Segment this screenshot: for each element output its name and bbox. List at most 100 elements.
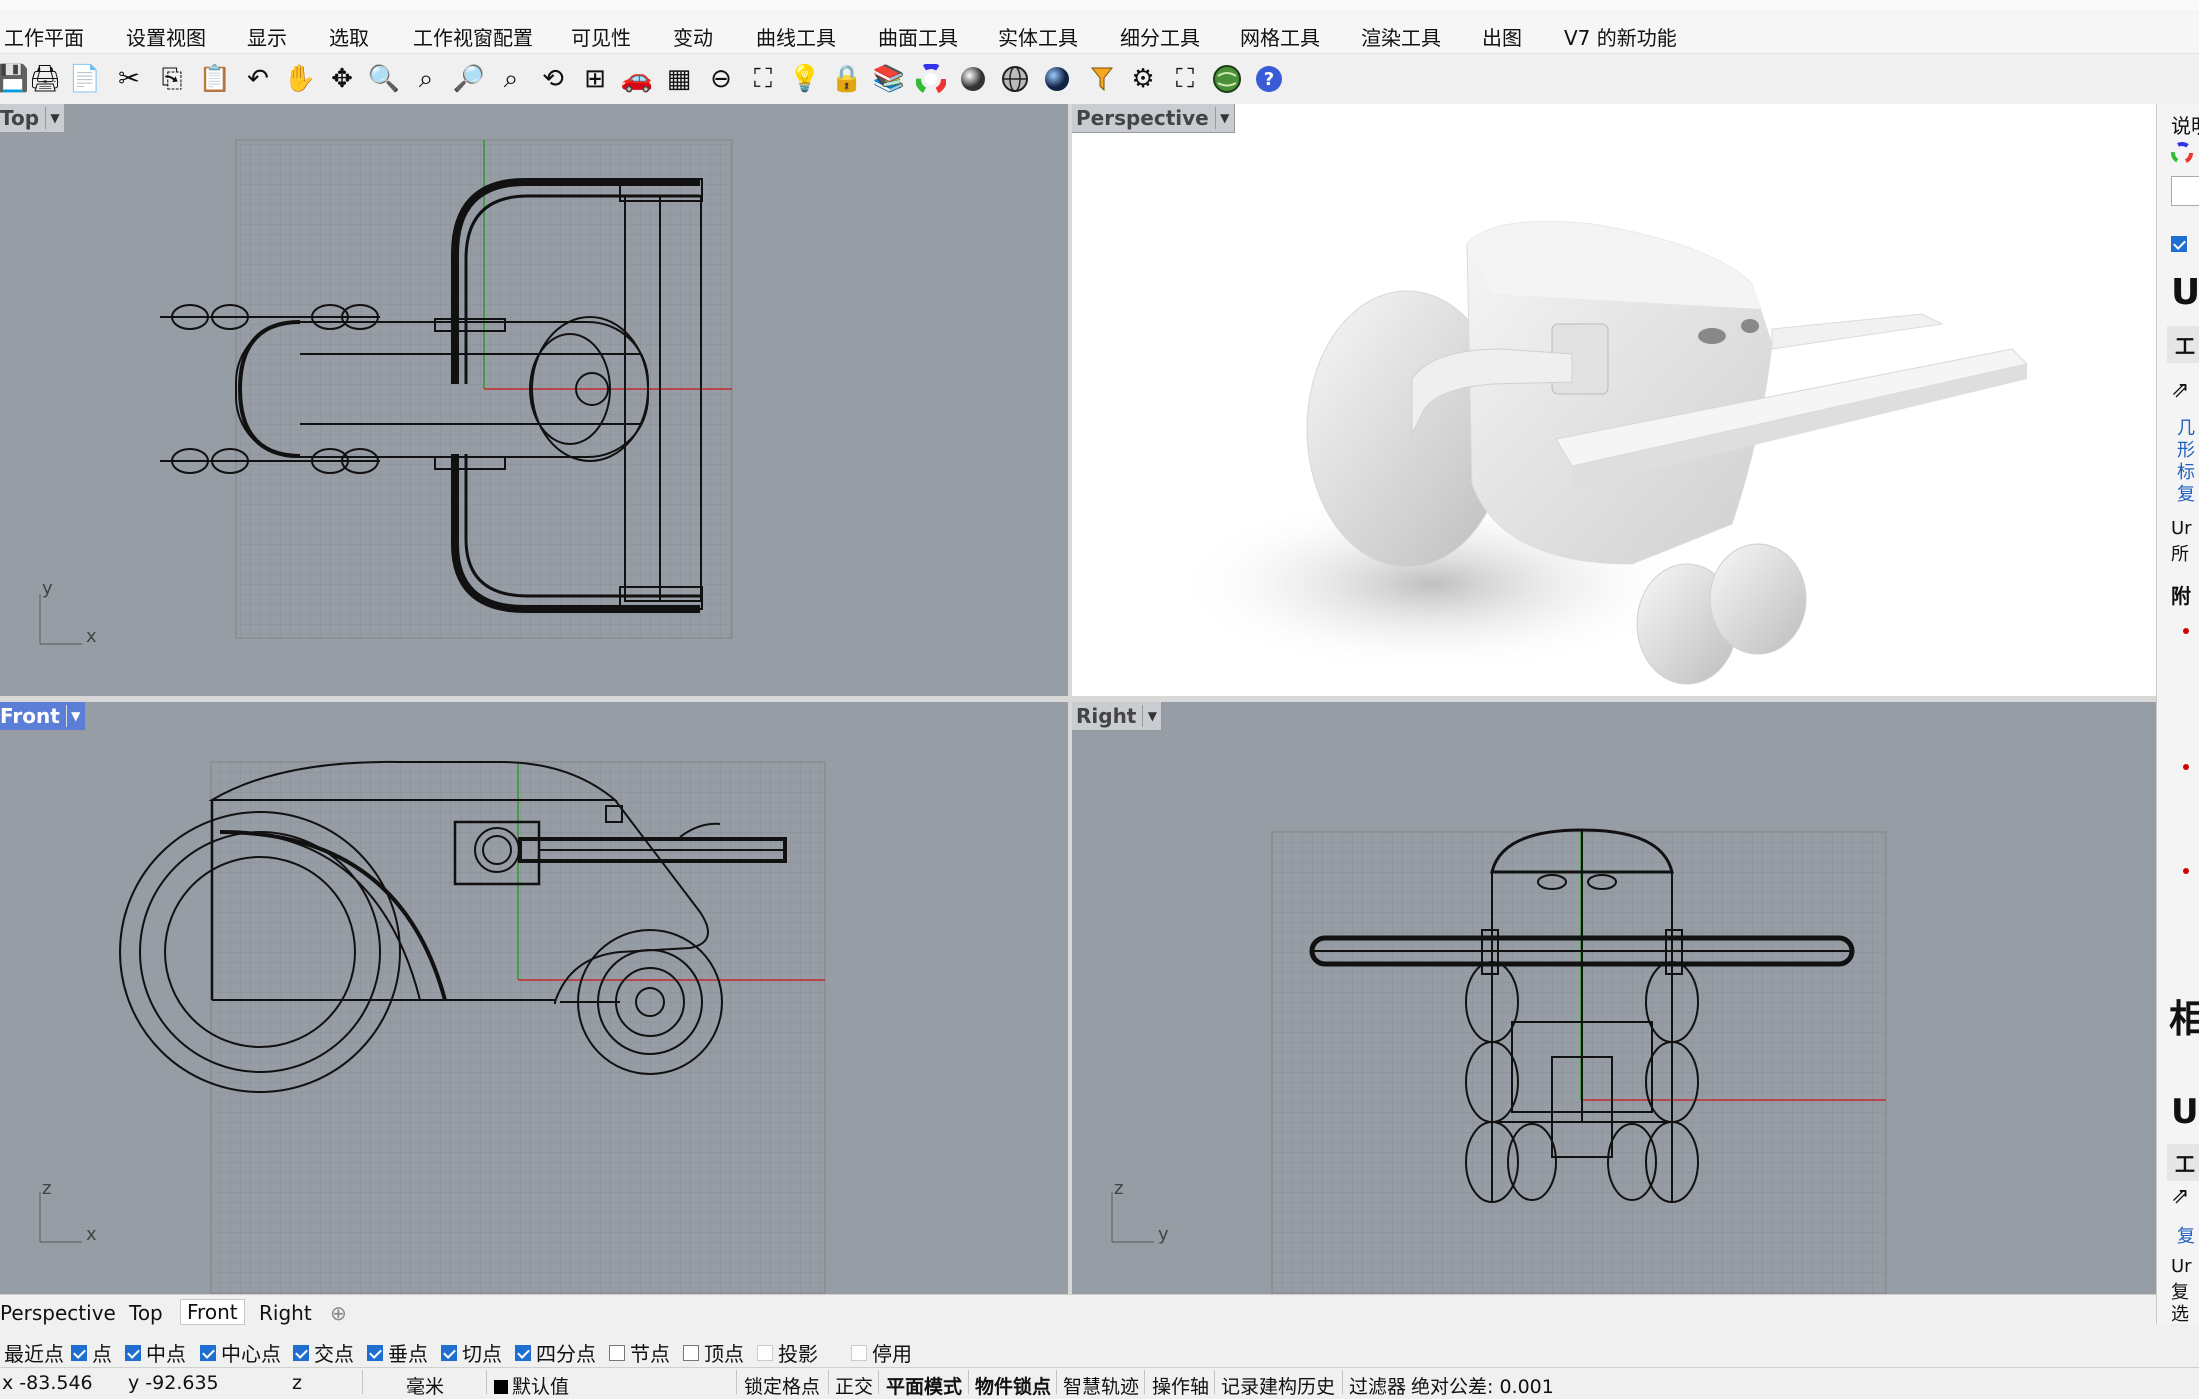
osnap-project[interactable]: 投影 [757, 1338, 818, 1367]
menu-item-mesh-tools[interactable]: 网格工具 [1240, 22, 1320, 51]
menu-item-render-tools[interactable]: 渲染工具 [1361, 22, 1441, 51]
osnap-quadrant[interactable]: 四分点 [515, 1338, 596, 1367]
chevron-down-icon[interactable]: ▼ [45, 107, 64, 129]
top-viewport[interactable]: Top ▼ y x [0, 104, 1068, 696]
front-viewport-tab[interactable]: Front ▼ [0, 702, 86, 731]
cut-icon[interactable]: ✂ [110, 60, 148, 98]
perspective-viewport-tab[interactable]: Perspective ▼ [1072, 104, 1235, 133]
panel-header[interactable]: 说明 [2171, 110, 2199, 139]
panel-checkbox[interactable] [2171, 236, 2192, 256]
zoom-in-icon[interactable]: 🔍 [365, 60, 403, 98]
osnap-midpoint[interactable]: 中点 [125, 1338, 186, 1367]
panel-link[interactable]: 复 [2177, 1222, 2195, 1248]
planar-toggle[interactable]: 平面模式 [886, 1372, 962, 1399]
checkbox-icon[interactable] [851, 1344, 867, 1361]
osnap-knot[interactable]: 节点 [609, 1338, 670, 1367]
print-icon[interactable]: 🖨 [26, 60, 64, 98]
right-viewport[interactable]: Right ▼ z y [1072, 702, 2156, 1294]
menu-item-layout[interactable]: 出图 [1482, 22, 1522, 51]
globe-icon[interactable] [1208, 60, 1246, 98]
top-viewport-tab[interactable]: Top ▼ [0, 104, 66, 133]
sphere-blue-icon[interactable] [1038, 60, 1076, 98]
menu-item-workplane[interactable]: 工作平面 [4, 22, 84, 51]
page-icon[interactable]: 📄 [66, 60, 104, 98]
gumball-toggle[interactable]: 操作轴 [1152, 1372, 1209, 1399]
tab-right[interactable]: Right [259, 1301, 312, 1325]
checkbox-icon[interactable] [515, 1344, 531, 1361]
layer-indicator[interactable]: 默认值 [494, 1372, 569, 1399]
menu-item-curve-tools[interactable]: 曲线工具 [756, 22, 836, 51]
snap-grid-icon[interactable]: ⛶ [1166, 60, 1204, 98]
chevron-down-icon[interactable]: ▼ [65, 705, 85, 727]
zoom-selected-icon[interactable]: ⌕ [492, 60, 530, 98]
grid-snap-toggle[interactable]: 锁定格点 [744, 1372, 820, 1399]
tab-top[interactable]: Top [129, 1301, 163, 1325]
undo-icon[interactable]: ↶ [239, 60, 277, 98]
help-icon[interactable]: ? [1250, 60, 1288, 98]
osnap-center[interactable]: 中心点 [200, 1338, 281, 1367]
color-wheel-icon[interactable] [2171, 142, 2193, 168]
copy-icon[interactable]: ⎘ [153, 60, 191, 98]
record-history-toggle[interactable]: 记录建构历史 [1221, 1372, 1335, 1399]
checkbox-icon[interactable] [757, 1344, 773, 1361]
four-viewports-icon[interactable]: ⊞ [576, 60, 614, 98]
checkbox-icon[interactable] [367, 1344, 383, 1361]
select-icon[interactable]: ⛶ [744, 60, 782, 98]
undo-view-icon[interactable]: ⟲ [534, 60, 572, 98]
osnap-nearest[interactable]: 最近点 [4, 1338, 64, 1367]
tab-perspective[interactable]: Perspective [0, 1301, 116, 1325]
osnap-toggle[interactable]: 物件锁点 [975, 1372, 1051, 1399]
menu-item-v7-new[interactable]: V7 的新功能 [1564, 22, 1677, 51]
checkbox-icon[interactable] [293, 1344, 309, 1361]
osnap-perpendicular[interactable]: 垂点 [367, 1338, 428, 1367]
menu-item-set-view[interactable]: 设置视图 [126, 22, 206, 51]
menu-item-subd-tools[interactable]: 细分工具 [1120, 22, 1200, 51]
checkbox-icon[interactable] [71, 1344, 87, 1361]
osnap-point[interactable]: 点 [71, 1338, 112, 1367]
smarttrack-toggle[interactable]: 智慧轨迹 [1063, 1372, 1139, 1399]
osnap-tangent[interactable]: 切点 [441, 1338, 502, 1367]
right-viewport-tab[interactable]: Right ▼ [1072, 702, 1163, 731]
chevron-down-icon[interactable]: ▼ [1142, 705, 1161, 727]
menu-item-solid-tools[interactable]: 实体工具 [998, 22, 1078, 51]
checkbox-icon[interactable] [125, 1344, 141, 1361]
units-label[interactable]: 毫米 [406, 1372, 444, 1399]
menu-item-transform[interactable]: 变动 [673, 22, 713, 51]
checkbox-icon[interactable] [609, 1344, 625, 1361]
osnap-intersection[interactable]: 交点 [293, 1338, 354, 1367]
ortho-toggle[interactable]: 正交 [835, 1372, 873, 1399]
tab-front[interactable]: Front [180, 1299, 245, 1325]
checkbox-icon[interactable] [683, 1344, 699, 1361]
point-osnap-icon[interactable]: ⊖ [702, 60, 740, 98]
filter-icon[interactable] [1082, 60, 1120, 98]
osnap-disable[interactable]: 停用 [851, 1338, 912, 1367]
add-tab-icon[interactable]: ⊕ [330, 1301, 347, 1325]
sphere-wire-icon[interactable] [996, 60, 1034, 98]
chevron-down-icon[interactable]: ▼ [1214, 107, 1234, 129]
osnap-vertex[interactable]: 顶点 [683, 1338, 744, 1367]
checkbox-icon[interactable] [200, 1344, 216, 1361]
gear-icon[interactable]: ⚙ [1124, 60, 1162, 98]
lock-icon[interactable]: 🔒 [828, 60, 866, 98]
color-wheel-icon[interactable] [912, 60, 950, 98]
zoom-extents-icon[interactable]: 🔎 [450, 60, 488, 98]
pan-hand-icon[interactable]: ✋ [281, 60, 319, 98]
grid-plane-icon[interactable]: ▦ [660, 60, 698, 98]
sphere-shaded-icon[interactable] [954, 60, 992, 98]
paste-icon[interactable]: 📋 [196, 60, 234, 98]
menu-item-visibility[interactable]: 可见性 [571, 22, 631, 51]
perspective-viewport[interactable]: Perspective ▼ [1072, 104, 2156, 696]
layer-icon[interactable]: 📚 [870, 60, 908, 98]
car-icon[interactable]: 🚗 [618, 60, 656, 98]
menu-item-select[interactable]: 选取 [329, 22, 369, 51]
rotate-view-icon[interactable]: ✥ [323, 60, 361, 98]
filter-toggle[interactable]: 过滤器 [1349, 1372, 1406, 1399]
zoom-window-icon[interactable]: ⌕ [407, 60, 445, 98]
checkbox-icon[interactable] [441, 1344, 457, 1361]
panel-search-input[interactable] [2171, 176, 2199, 206]
panel-link[interactable]: 复 [2177, 480, 2195, 506]
menu-item-viewport-layout[interactable]: 工作视窗配置 [413, 22, 533, 51]
light-bulb-icon[interactable]: 💡 [786, 60, 824, 98]
front-viewport[interactable]: Front ▼ z x [0, 702, 1068, 1294]
menu-item-display[interactable]: 显示 [247, 22, 287, 51]
